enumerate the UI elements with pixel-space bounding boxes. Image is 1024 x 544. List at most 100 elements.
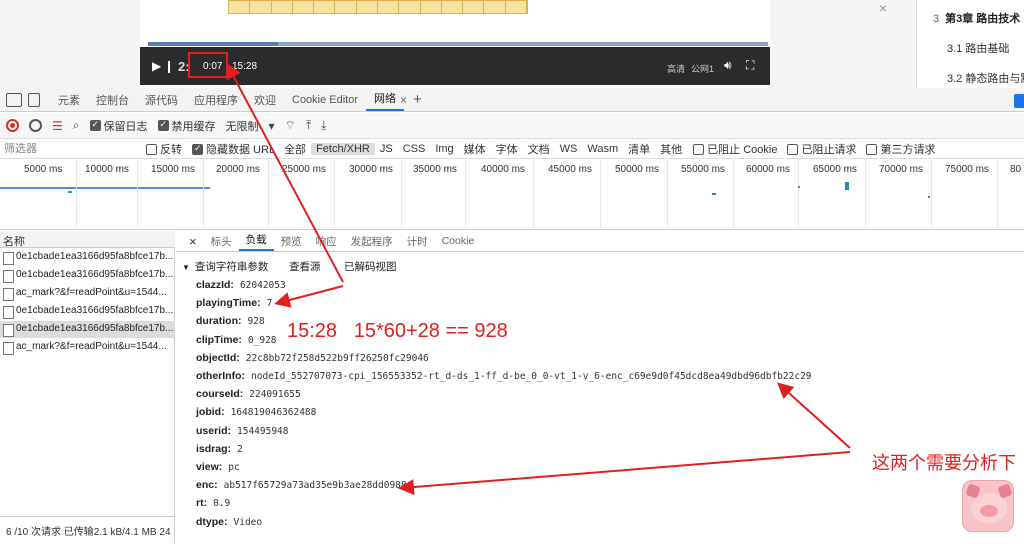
request-row[interactable]: 0e1cbade1ea3166d95fa8bfce17b... [0,249,175,266]
device-toggle-icon[interactable] [28,92,40,107]
param-value: 154495948 [237,425,289,437]
filter-type-wasm[interactable]: Wasm [582,143,623,155]
settings-badge[interactable] [1014,94,1024,108]
next-icon[interactable]: ❙ [164,59,174,73]
request-row-selected[interactable]: 0e1cbade1ea3166d95fa8bfce17b... [0,321,175,338]
query-param-row[interactable]: clipTime: 0_928 [196,334,277,346]
query-params-header[interactable]: ▼ 查询字符串参数 [182,259,268,274]
query-param-row[interactable]: duration: 928 [196,315,265,327]
tab-network[interactable]: 网络 [366,89,405,111]
tab-cookie-editor[interactable]: Cookie Editor [284,94,366,106]
timeline-tick-label: 75000 ms [945,164,989,175]
wifi-settings-icon[interactable]: ⌔ [285,118,296,133]
tab-console[interactable]: 控制台 [88,92,137,108]
play-icon[interactable]: ▶ [152,59,161,73]
tab-sources[interactable]: 源代码 [137,92,186,108]
record-icon[interactable] [6,119,19,132]
view-source-link[interactable]: 查看源 [289,259,321,274]
toc-section-1[interactable]: 3.1 路由基础 [947,40,1009,56]
filter-icon[interactable]: ☰ [52,119,63,133]
param-key: duration: [196,315,242,328]
query-param-row[interactable]: objectId: 22c8bb72f258d522b9ff26250fc2904… [196,352,429,364]
video-progress-bar[interactable] [148,42,768,46]
volume-icon[interactable]: 🔊︎ [724,58,732,73]
query-param-row[interactable]: isdrag: 2 [196,443,243,455]
download-icon[interactable]: ⤓ [321,118,326,133]
query-param-row[interactable]: view: pc [196,461,240,473]
tab-welcome[interactable]: 欢迎 [246,92,284,108]
query-param-row[interactable]: playingTime: 7 [196,297,272,309]
query-param-row[interactable]: rt: 0.9 [196,497,230,509]
request-row[interactable]: 0e1cbade1ea3166d95fa8bfce17b... [0,303,175,320]
blocked-requests-checkbox[interactable] [787,143,799,155]
filter-type-ws[interactable]: WS [555,143,583,155]
disable-cache-checkbox[interactable] [157,119,169,131]
tab-timing[interactable]: 计时 [400,234,435,249]
close-detail-icon[interactable]: × [182,234,204,249]
filter-input[interactable]: 筛选器 [0,141,140,158]
timeline-gridline [465,160,466,230]
filter-type-media[interactable]: 媒体 [459,141,491,157]
timeline-request-mark [928,196,930,198]
blocked-cookies-checkbox[interactable] [693,143,705,155]
request-row[interactable]: ac_mark?&f=readPoint&u=1544... [0,285,175,302]
chevron-down-icon[interactable]: ▾ [269,119,275,133]
network-timeline[interactable]: 5000 ms 10000 ms 15000 ms 20000 ms 25000 ms 3… [0,160,1024,230]
filter-type-js[interactable]: JS [375,143,398,155]
timeline-gridline [533,160,534,230]
tab-application[interactable]: 应用程序 [186,92,246,108]
invert-label: 反转 [160,144,182,156]
add-tab-icon[interactable]: + [413,91,422,108]
param-key: clipTime: [196,333,242,346]
timeline-tick-label: 55000 ms [681,164,725,175]
param-key: jobid: [196,406,225,419]
param-value: 22c8bb72f258d522b9ff26250fc29046 [245,352,429,364]
filter-type-css[interactable]: CSS [398,143,431,155]
upload-icon[interactable]: ⤒ [306,118,311,133]
request-row[interactable]: 0e1cbade1ea3166d95fa8bfce17b... [0,267,175,284]
inspect-icon[interactable] [6,92,22,107]
hide-data-urls-checkbox[interactable] [192,143,203,155]
param-value: 0.9 [213,498,231,510]
filter-type-fetch-xhr[interactable]: Fetch/XHR [311,143,375,155]
timeline-gridline [997,160,998,230]
fullscreen-icon[interactable]: ⛶ [746,58,754,73]
query-param-row[interactable]: userid: 154495948 [196,425,289,437]
request-row[interactable]: ac_mark?&f=readPoint&u=1544... [0,339,175,356]
tab-headers[interactable]: 标头 [204,234,239,249]
filter-type-img[interactable]: Img [430,143,458,155]
close-tab-icon[interactable]: × [400,93,407,107]
filter-type-font[interactable]: 字体 [491,141,523,157]
third-party-checkbox[interactable] [866,143,878,155]
tab-payload[interactable]: 负载 [238,231,274,251]
tab-preview[interactable]: 预览 [274,234,309,249]
query-param-row[interactable]: enc: ab517f65729a73ad35e9b3ae28dd0988 [196,479,407,491]
query-param-row[interactable]: dtype: Video [196,516,262,528]
query-param-row[interactable]: clazzId: 62042053 [196,279,286,291]
filter-type-doc[interactable]: 文档 [523,141,555,157]
search-icon[interactable]: ⌕ [73,118,80,133]
preserve-log-checkbox[interactable] [89,119,101,131]
line-button[interactable]: 公网1 [691,62,714,75]
tab-initiator[interactable]: 发起程序 [344,234,400,249]
toc-section-2[interactable]: 3.2 静态路由与默 [947,70,1024,86]
view-decoded-link[interactable]: 已解码视图 [344,259,397,274]
filter-type-other[interactable]: 其他 [655,141,687,157]
clear-icon[interactable] [29,119,42,132]
toc-chapter[interactable]: 3 第3章 路由技术 [933,10,1020,26]
query-param-row[interactable]: otherInfo: nodeId_552707073-cpi_156553352… [196,370,812,382]
filter-type-manifest[interactable]: 清单 [623,141,655,157]
filter-type-all[interactable]: 全部 [279,141,311,157]
quality-button[interactable]: 高清 [667,62,685,75]
throttling-select[interactable]: 无限制 [226,118,259,134]
third-party-label: 第三方请求 [880,144,936,156]
tab-elements[interactable]: 元素 [50,92,88,108]
invert-checkbox[interactable] [146,143,157,155]
close-icon[interactable]: × [868,0,898,16]
tab-response[interactable]: 响应 [309,234,344,249]
query-param-row[interactable]: jobid: 164819046362488 [196,406,316,418]
query-param-row[interactable]: courseId: 224091655 [196,388,301,400]
tab-cookie[interactable]: Cookie [435,235,482,247]
name-column-header[interactable]: 名称 [0,231,175,248]
timeline-gridline [931,160,932,230]
